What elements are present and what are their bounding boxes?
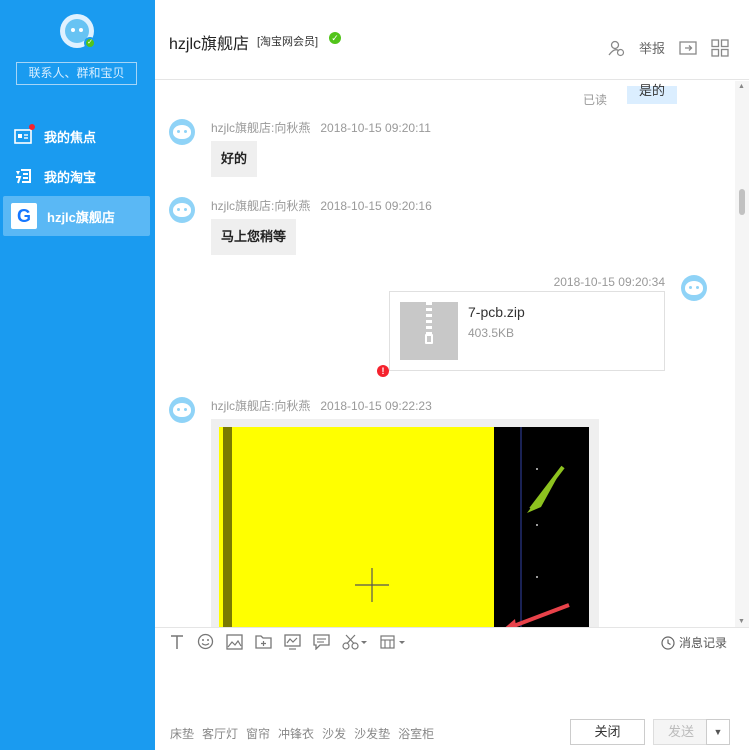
message-history-button[interactable]: 消息记录	[661, 634, 727, 651]
message-bubble: 马上您稍等	[211, 219, 297, 255]
message-bubble: 是的	[626, 84, 677, 104]
pcb-screenshot-image[interactable]	[219, 427, 589, 627]
quick-phrase[interactable]: 沙发垫	[354, 725, 390, 742]
scroll-thumb[interactable]	[739, 189, 745, 215]
member-badge: [淘宝网会员]	[257, 36, 319, 48]
scroll-up-icon[interactable]: ▲	[738, 83, 745, 90]
contact-info-icon[interactable]	[607, 39, 625, 57]
message-meta: hzjlc旗舰店:向秋燕 2018-10-15 09:20:16	[211, 197, 432, 214]
store-logo-icon: G	[11, 203, 37, 229]
message-meta: hzjlc旗舰店:向秋燕 2018-10-15 09:20:11	[211, 119, 431, 136]
input-toolbar: 消息记录	[155, 627, 749, 655]
previous-message-row: 已读 是的	[583, 81, 677, 108]
message-list[interactable]: 已读 是的 hzjlc旗舰店:向秋燕 2018-10-15 09:20:11 好的…	[155, 81, 735, 627]
message-input[interactable]	[155, 656, 749, 716]
page-title: hzjlc旗舰店	[169, 36, 250, 53]
header-actions: 举报	[607, 38, 729, 57]
message-time: 2018-10-15 09:22:23	[320, 399, 432, 413]
share-icon[interactable]	[679, 39, 697, 57]
send-options-dropdown[interactable]: ▼	[706, 719, 730, 745]
emoji-icon[interactable]	[196, 632, 215, 651]
seller-avatar[interactable]	[169, 397, 195, 423]
message-scrollbar[interactable]: ▲ ▼	[735, 81, 749, 627]
my-avatar[interactable]: ✓	[60, 14, 96, 49]
message-time: 2018-10-15 09:20:34	[553, 275, 665, 289]
contact-search-input[interactable]: 联系人、群和宝贝	[16, 62, 137, 85]
quick-reply-icon[interactable]	[312, 632, 331, 651]
sidebar-item-taobao[interactable]: 我的淘宝	[0, 156, 155, 196]
quick-phrase[interactable]: 床垫	[170, 725, 194, 742]
avatar-face-icon	[173, 203, 191, 217]
folder-icon[interactable]	[254, 632, 273, 651]
zip-file-icon	[400, 302, 458, 360]
image-message[interactable]	[211, 419, 599, 627]
quick-phrase[interactable]: 沙发	[322, 725, 346, 742]
read-status: 已读	[582, 93, 607, 107]
message-bubble: 好的	[211, 141, 258, 177]
seller-avatar[interactable]	[169, 197, 195, 223]
sidebar-item-label: 我的焦点	[44, 129, 97, 145]
avatar-face-icon	[173, 403, 191, 417]
unread-dot-icon	[29, 124, 35, 130]
chat-header: hzjlc旗舰店 [淘宝网会员] ✓ 举报	[155, 0, 749, 80]
image-icon[interactable]	[225, 632, 244, 651]
avatar-face-icon	[685, 281, 703, 295]
file-name: 7-pcb.zip	[468, 304, 525, 320]
close-button[interactable]: 关闭	[570, 719, 645, 745]
my-message-avatar[interactable]	[681, 275, 707, 301]
sidebar-item-label: 我的淘宝	[44, 169, 97, 185]
send-error-icon[interactable]: !	[377, 365, 389, 377]
sender-name: hzjlc旗舰店:向秋燕	[211, 399, 311, 413]
taobao-icon	[14, 167, 32, 185]
quick-phrase[interactable]: 窗帘	[246, 725, 270, 742]
font-icon[interactable]	[167, 632, 186, 651]
product-icon[interactable]	[379, 632, 407, 651]
file-size: 403.5KB	[468, 326, 515, 340]
message-time: 2018-10-15 09:20:11	[320, 121, 431, 135]
quick-phrase[interactable]: 冲锋衣	[278, 725, 314, 742]
focus-icon	[14, 124, 35, 145]
message-item-self: 2018-10-15 09:20:34 7-pcb.zip 403.5KB	[307, 275, 707, 385]
quick-phrase[interactable]: 客厅灯	[202, 725, 238, 742]
sender-name: hzjlc旗舰店:向秋燕	[211, 199, 311, 213]
online-status-icon: ✓	[84, 37, 96, 49]
avatar-face-icon	[173, 125, 191, 139]
grid-menu-icon[interactable]	[711, 38, 729, 57]
file-attachment[interactable]: 7-pcb.zip 403.5KB	[389, 291, 665, 371]
clock-icon	[661, 635, 675, 650]
chat-window: ✓ 联系人、群和宝贝 我的焦点 我的淘宝 G hzjlc旗舰店 hzjlc旗舰店…	[0, 0, 749, 750]
quick-phrases: 床垫 客厅灯 窗帘 冲锋衣 沙发 沙发垫 浴室柜	[170, 725, 434, 742]
message-meta: hzjlc旗舰店:向秋燕 2018-10-15 09:22:23	[211, 397, 432, 414]
verified-icon: ✓	[329, 32, 341, 44]
screen-icon[interactable]	[283, 632, 302, 651]
history-label: 消息记录	[678, 636, 727, 650]
sidebar-item-label: hzjlc旗舰店	[47, 209, 115, 225]
send-button[interactable]: 发送	[653, 719, 709, 745]
quick-phrase[interactable]: 浴室柜	[398, 725, 434, 742]
report-button[interactable]: 举报	[639, 38, 665, 57]
sidebar: ✓ 联系人、群和宝贝 我的焦点 我的淘宝 G hzjlc旗舰店	[0, 0, 155, 750]
sidebar-nav: 我的焦点 我的淘宝 G hzjlc旗舰店	[0, 116, 155, 236]
sidebar-item-focus[interactable]: 我的焦点	[0, 116, 155, 156]
scissors-icon[interactable]	[341, 632, 369, 651]
seller-avatar[interactable]	[169, 119, 195, 145]
scroll-down-icon[interactable]: ▼	[738, 618, 745, 625]
sidebar-item-store[interactable]: G hzjlc旗舰店	[3, 196, 150, 236]
sender-name: hzjlc旗舰店:向秋燕	[211, 121, 311, 135]
message-time: 2018-10-15 09:20:16	[320, 199, 432, 213]
